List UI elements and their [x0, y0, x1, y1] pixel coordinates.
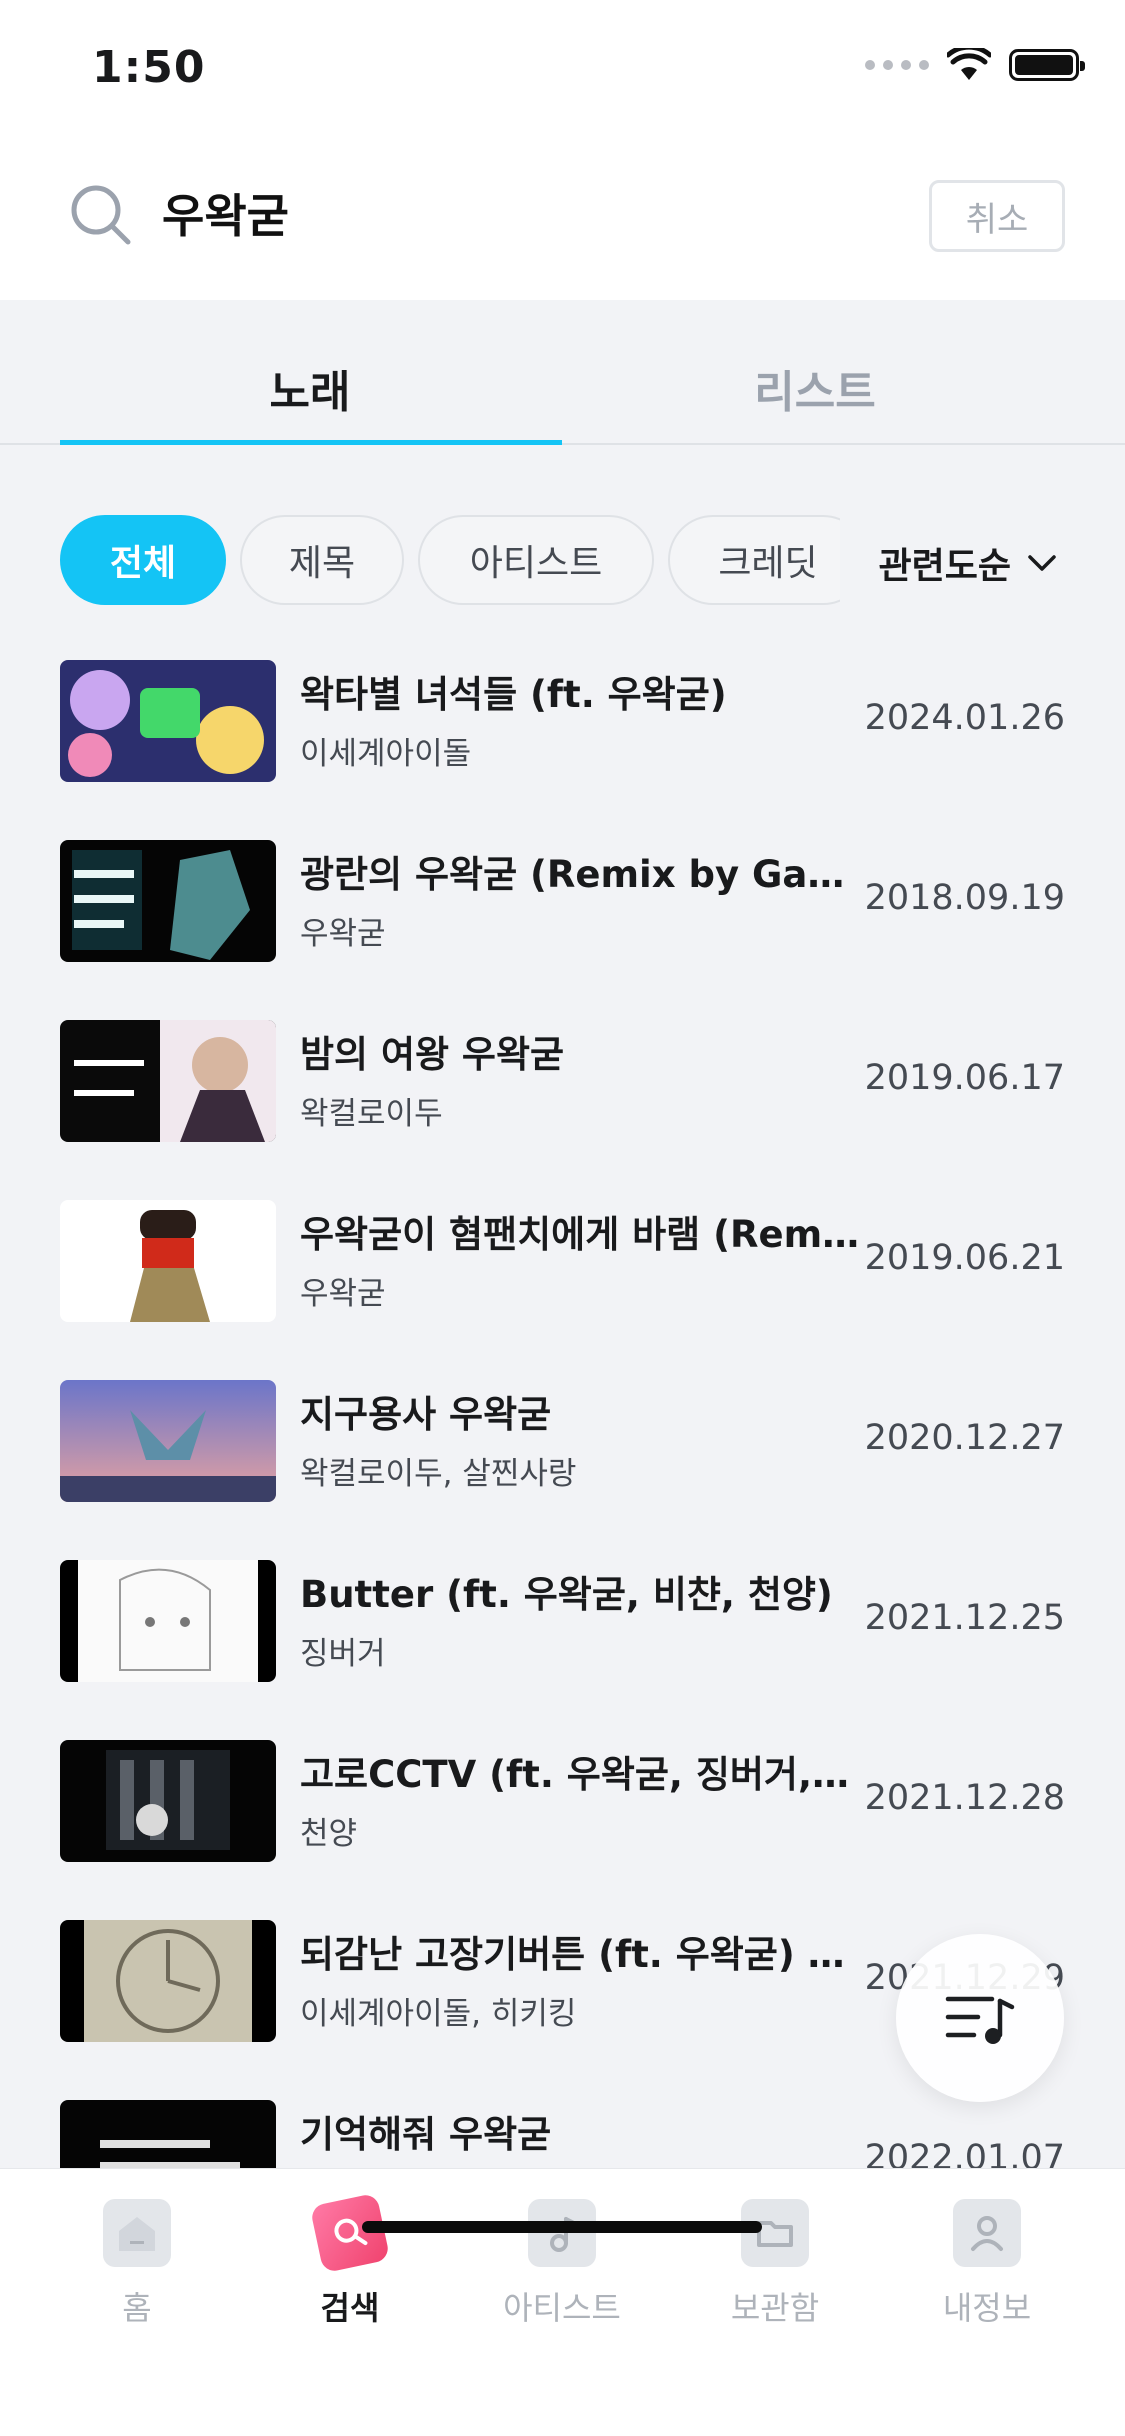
song-artist: 우왁굳: [300, 1276, 386, 1312]
song-title: 되감난 고장기버튼 (ft. 우왁굳) (R...: [300, 1933, 860, 1976]
cancel-button[interactable]: 취소: [929, 180, 1065, 252]
song-title: 광란의 우왁굳 (Remix by Gark): [300, 853, 860, 896]
home-indicator: [362, 2221, 762, 2233]
nav-label: 내정보: [942, 2289, 1032, 2327]
song-thumbnail: [60, 1020, 276, 1142]
song-thumbnail: [60, 840, 276, 962]
status-bar: 1:50: [0, 0, 1125, 140]
nav-label: 홈: [122, 2289, 152, 2327]
search-header: 우왁굳 취소: [0, 140, 1125, 300]
nav-artist[interactable]: 아티스트: [462, 2199, 662, 2329]
filter-bar: 전체 제목 아티스트 크레딧 관련도순: [0, 515, 1125, 607]
nav-home[interactable]: 홈: [37, 2199, 237, 2329]
search-icon: [309, 2192, 391, 2274]
playlist-button[interactable]: [896, 1934, 1064, 2102]
battery-icon: [1009, 49, 1085, 81]
song-thumbnail: [60, 2100, 276, 2168]
song-row[interactable]: 지구용사 우왁굳 왁컬로이두, 살찐사랑 2020.12.27: [0, 1360, 1125, 1540]
song-date: 2021.12.28: [864, 1778, 1065, 1818]
active-tab-indicator: [60, 440, 562, 445]
song-thumbnail: [60, 1200, 276, 1322]
cellular-signal-icon: [865, 60, 929, 70]
playlist-icon: [945, 1996, 1015, 2044]
song-row[interactable]: 광란의 우왁굳 (Remix by Gark) 우왁굳 2018.09.19: [0, 820, 1125, 1000]
music-note-icon: [528, 2199, 596, 2267]
song-row[interactable]: 왁타별 녀석들 (ft. 우왁굳) 이세계아이돌 2024.01.26: [0, 640, 1125, 820]
song-date: 2022.01.07: [864, 2138, 1065, 2168]
status-time: 1:50: [92, 42, 206, 93]
nav-search[interactable]: 검색: [250, 2192, 450, 2329]
search-input[interactable]: 우왁굳: [162, 180, 289, 246]
song-date: 2018.09.19: [864, 878, 1065, 918]
person-icon: [953, 2199, 1021, 2267]
song-artist: 이세계아이돌: [300, 736, 472, 772]
song-title: 기억해줘 우왁굳: [300, 2113, 552, 2156]
nav-profile[interactable]: 내정보: [887, 2199, 1087, 2329]
chip-credit[interactable]: 크레딧: [668, 515, 840, 605]
song-row[interactable]: Butter (ft. 우왁굳, 비챤, 천양) 징버거 2021.12.25: [0, 1540, 1125, 1720]
folder-icon: [741, 2199, 809, 2267]
song-date: 2019.06.21: [864, 1238, 1065, 1278]
song-artist: 우왁굳: [300, 916, 386, 952]
song-artist: 천양: [300, 1816, 358, 1852]
sort-dropdown[interactable]: 관련도순: [879, 537, 1057, 589]
sort-label: 관련도순: [878, 546, 1011, 587]
tab-songs[interactable]: 노래: [60, 356, 560, 420]
nav-label: 아티스트: [503, 2289, 621, 2327]
song-row[interactable]: 밤의 여왕 우왁굳 왁컬로이두 2019.06.17: [0, 1000, 1125, 1180]
song-title: 밤의 여왕 우왁굳: [300, 1033, 565, 1076]
song-thumbnail: [60, 660, 276, 782]
song-date: 2020.12.27: [864, 1418, 1065, 1458]
nav-label: 보관함: [730, 2289, 820, 2327]
song-thumbnail: [60, 1920, 276, 2042]
song-title: 지구용사 우왁굳: [300, 1393, 552, 1436]
song-title: 왁타별 녀석들 (ft. 우왁굳): [300, 673, 727, 716]
result-tabs: 노래 리스트: [0, 300, 1125, 445]
bottom-nav: 홈 검색 아티스트 보관함 내정보: [0, 2168, 1125, 2436]
status-icons: [865, 48, 1085, 82]
wifi-icon: [947, 48, 991, 80]
song-thumbnail: [60, 1380, 276, 1502]
home-icon: [103, 2199, 171, 2267]
chevron-down-icon: [1028, 555, 1056, 571]
tab-lists[interactable]: 리스트: [565, 356, 1065, 420]
search-icon: [71, 185, 131, 245]
song-thumbnail: [60, 1560, 276, 1682]
nav-label: 검색: [320, 2289, 380, 2327]
song-date: 2024.01.26: [864, 698, 1065, 738]
nav-library[interactable]: 보관함: [675, 2199, 875, 2329]
song-title: 고로CCTV (ft. 우왁굳, 징버거, 고...: [300, 1753, 860, 1796]
song-title: Butter (ft. 우왁굳, 비챤, 천양): [300, 1573, 833, 1616]
song-date: 2021.12.25: [864, 1598, 1065, 1638]
song-thumbnail: [60, 1740, 276, 1862]
song-artist: 왁컬로이두, 살찐사랑: [300, 1456, 577, 1492]
song-date: 2019.06.17: [864, 1058, 1065, 1098]
chip-artist[interactable]: 아티스트: [418, 515, 654, 605]
chip-title[interactable]: 제목: [240, 515, 404, 605]
song-artist: 징버거: [300, 1636, 386, 1672]
chip-all[interactable]: 전체: [60, 515, 226, 605]
song-row[interactable]: 우왁굳이 혐팬치에게 바램 (Remi... 우왁굳 2019.06.21: [0, 1180, 1125, 1360]
song-artist: 왁컬로이두: [300, 1096, 443, 1132]
song-artist: 이세계아이돌, 히키킹: [300, 1996, 577, 2032]
song-row[interactable]: 고로CCTV (ft. 우왁굳, 징버거, 고... 천양 2021.12.28: [0, 1720, 1125, 1900]
song-title: 우왁굳이 혐팬치에게 바램 (Remi...: [300, 1213, 860, 1256]
filter-chips: 전체 제목 아티스트 크레딧: [60, 515, 840, 607]
